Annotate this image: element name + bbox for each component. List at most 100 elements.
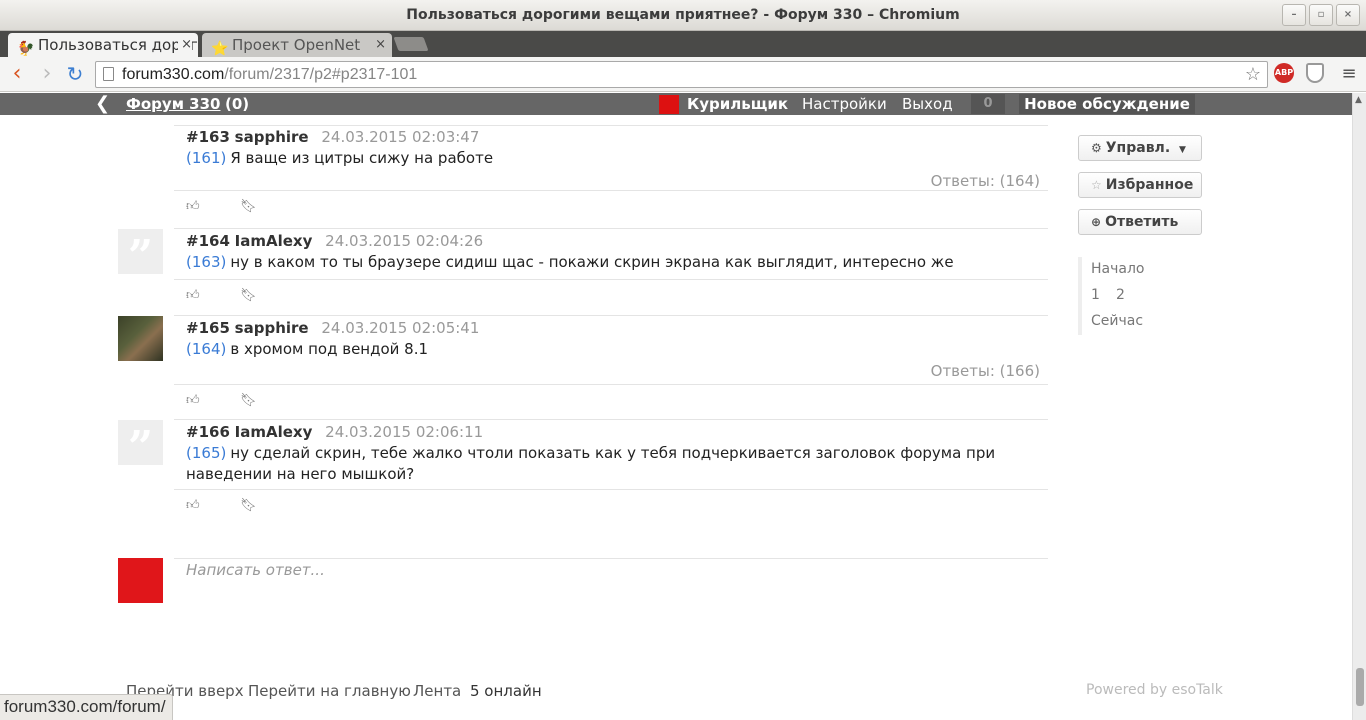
reply-label: Ответить	[1105, 214, 1179, 230]
post-number: #166	[186, 423, 230, 441]
thumbs-up-icon[interactable]: 👍︎	[186, 498, 200, 513]
notifications-badge[interactable]: 0	[971, 94, 1005, 114]
go-home-link[interactable]: Перейти на главную	[248, 682, 411, 700]
forum-home-link[interactable]: Форум 330	[126, 93, 221, 115]
unread-count[interactable]: (0)	[225, 93, 249, 115]
post-actions: 👍︎ 🔖︎	[174, 190, 1048, 226]
post-actions: 👍︎ 🔖︎	[174, 384, 1048, 420]
tab-label: Пользоваться дорогими вещами приятнее? -…	[38, 36, 198, 54]
window-controls: – ▫ ×	[1282, 4, 1360, 26]
close-window-button[interactable]: ×	[1336, 4, 1360, 26]
post-text: Я ваще из цитры сижу на работе	[230, 149, 494, 167]
reply-divider	[174, 558, 1048, 559]
new-discussion-button[interactable]: Новое обсуждение	[1019, 94, 1195, 114]
plus-circle-icon: ⊕	[1091, 215, 1102, 229]
maximize-button[interactable]: ▫	[1309, 4, 1333, 26]
post-date[interactable]: 24.03.2015 02:05:41	[321, 319, 479, 337]
thumbs-up-icon[interactable]: 👍︎	[186, 288, 200, 303]
post-body: (164) в хромом под вендой 8.1	[186, 339, 1041, 360]
post-header: #166 IamAlexy 24.03.2015 02:06:11	[186, 423, 483, 441]
post-text: ну в каком то ты браузере сидиш щас - по…	[230, 253, 954, 271]
post-reference-link[interactable]: (164)	[186, 340, 226, 358]
thumbs-up-icon[interactable]: 👍︎	[186, 199, 200, 214]
post-date[interactable]: 24.03.2015 02:04:26	[325, 232, 483, 250]
bookmark-icon[interactable]: 🔖︎	[240, 288, 257, 303]
favorite-button[interactable]: ☆ Избранное	[1078, 172, 1202, 198]
post-body: (165) ну сделай скрин, тебе жалко чтоли п…	[186, 443, 1041, 485]
post-date[interactable]: 24.03.2015 02:03:47	[321, 128, 479, 146]
thumbs-up-icon[interactable]: 👍︎	[186, 393, 200, 408]
post-replies[interactable]: Ответы: (166)	[931, 362, 1040, 380]
post-header: #164 IamAlexy 24.03.2015 02:04:26	[186, 232, 483, 250]
browser-toolbar: ‹ › ↻ forum330.com/forum/2317/p2#p2317-1…	[0, 57, 1366, 92]
tab-close-icon[interactable]: ×	[178, 33, 192, 57]
post-header: #163 sapphire 24.03.2015 02:03:47	[186, 128, 479, 146]
bookmark-icon[interactable]: 🔖︎	[240, 393, 257, 408]
post-author[interactable]: IamAlexy	[235, 232, 313, 250]
user-avatar-photo[interactable]	[118, 316, 163, 361]
page-scrollbar[interactable]: ▲	[1352, 93, 1366, 720]
manage-button[interactable]: ⚙ Управл. ▼	[1078, 135, 1202, 161]
forward-arrow-icon[interactable]: ›	[34, 61, 60, 87]
menu-hamburger-icon[interactable]: ≡	[1336, 61, 1362, 87]
scrubber-start[interactable]: Начало	[1091, 261, 1144, 277]
tab-strip: 🐓 Пользоваться дорогими вещами приятнее?…	[0, 31, 1366, 57]
scrubber-page-1[interactable]: 1	[1091, 287, 1100, 303]
back-arrow-icon[interactable]: ‹	[4, 61, 30, 87]
post-actions: 👍︎ 🔖︎	[174, 279, 1048, 315]
favorite-label: Избранное	[1105, 177, 1194, 193]
tab-forum[interactable]: 🐓 Пользоваться дорогими вещами приятнее?…	[8, 33, 198, 57]
tab-close-icon[interactable]: ×	[372, 33, 386, 57]
scrubber-page-2[interactable]: 2	[1116, 287, 1125, 303]
post-author[interactable]: sapphire	[235, 128, 309, 146]
user-name-link[interactable]: Курильщик	[687, 93, 788, 115]
caret-down-icon: ▼	[1179, 145, 1186, 155]
timeline-scrubber: Начало 1 2 Сейчас	[1078, 257, 1188, 335]
bookmark-star-icon[interactable]: ☆	[1245, 62, 1261, 87]
forum-header-bar: ❮ Форум 330 (0) Курильщик Настройки Выхо…	[0, 93, 1352, 115]
address-path: /forum/2317/p2#p2317-101	[224, 66, 418, 83]
bookmark-icon[interactable]: 🔖︎	[240, 498, 257, 513]
scrubber-now[interactable]: Сейчас	[1091, 313, 1143, 329]
status-url-bubble: forum330.com/forum/	[0, 694, 173, 720]
post-number: #165	[186, 319, 230, 337]
post-replies[interactable]: Ответы: (164)	[931, 172, 1040, 190]
adblock-plus-icon[interactable]: ABP	[1274, 63, 1294, 83]
post-author[interactable]: sapphire	[235, 319, 309, 337]
tab-opennet[interactable]: ⭐ Проект OpenNet ×	[202, 33, 392, 57]
bookmark-icon[interactable]: 🔖︎	[240, 199, 257, 214]
post-reference-link[interactable]: (165)	[186, 444, 226, 462]
post-author[interactable]: IamAlexy	[235, 423, 313, 441]
online-count: 5 онлайн	[470, 682, 542, 700]
scrollbar-thumb[interactable]	[1356, 668, 1364, 706]
post-164: #164 IamAlexy 24.03.2015 02:04:26 (163) н…	[174, 229, 1048, 313]
post-reference-link[interactable]: (161)	[186, 149, 226, 167]
address-host: forum330.com	[122, 66, 225, 83]
post-reference-link[interactable]: (163)	[186, 253, 226, 271]
post-166: #166 IamAlexy 24.03.2015 02:06:11 (165) н…	[174, 420, 1048, 530]
post-number: #163	[186, 128, 230, 146]
reply-input[interactable]: Написать ответ...	[186, 561, 325, 579]
shield-extension-icon[interactable]	[1306, 63, 1324, 83]
window-titlebar: Пользоваться дорогими вещами приятнее? -…	[0, 0, 1366, 31]
scroll-up-arrow-icon[interactable]: ▲	[1355, 95, 1362, 105]
reply-button[interactable]: ⊕ Ответить	[1078, 209, 1202, 235]
post-date[interactable]: 24.03.2015 02:06:11	[325, 423, 483, 441]
logout-link[interactable]: Выход	[902, 93, 953, 115]
powered-by[interactable]: Powered by esoTalk	[1086, 682, 1223, 698]
new-tab-button[interactable]	[393, 37, 429, 51]
gear-icon: ⚙	[1091, 141, 1102, 155]
post-number: #164	[186, 232, 230, 250]
default-avatar-quote-icon: ”	[118, 229, 163, 282]
back-chevron-icon[interactable]: ❮	[95, 93, 110, 115]
my-avatar	[118, 558, 163, 603]
address-bar[interactable]: forum330.com/forum/2317/p2#p2317-101 ☆	[95, 61, 1268, 88]
feed-link[interactable]: Лента	[413, 682, 461, 700]
user-avatar[interactable]	[659, 95, 679, 114]
settings-link[interactable]: Настройки	[802, 93, 887, 115]
minimize-button[interactable]: –	[1282, 4, 1306, 26]
post-actions: 👍︎ 🔖︎	[174, 489, 1048, 525]
rooster-favicon-icon: 🐓	[17, 41, 35, 57]
reload-icon[interactable]: ↻	[62, 61, 88, 87]
post-body: (161) Я ваще из цитры сижу на работе	[186, 148, 1041, 169]
